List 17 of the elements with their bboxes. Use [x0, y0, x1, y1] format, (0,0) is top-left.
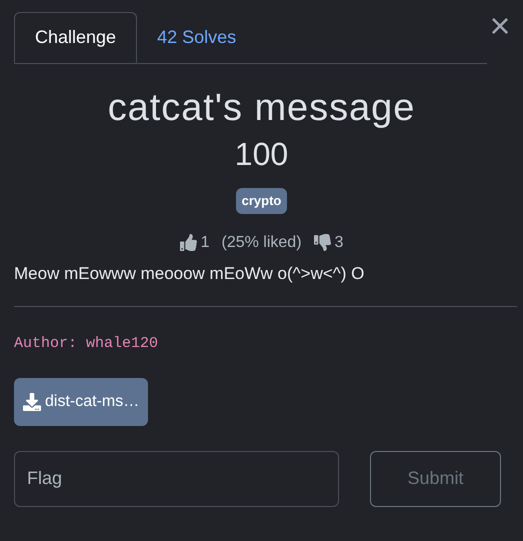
- thumbs-down-icon[interactable]: [314, 234, 331, 251]
- submit-button[interactable]: Submit: [370, 450, 501, 506]
- author-text: Author: whale120: [14, 334, 160, 354]
- like-count: 1: [200, 232, 210, 252]
- challenge-description: Meow mEowww meooow mEoWw o(^>w<^) O: [14, 262, 366, 284]
- flag-input[interactable]: Flag: [14, 450, 339, 506]
- download-icon: [23, 392, 41, 410]
- dislike-count: 3: [334, 232, 344, 252]
- file-download-button[interactable]: dist-cat-ms…: [14, 378, 148, 426]
- thumbs-up-icon[interactable]: [180, 234, 197, 251]
- challenge-title: catcat's message: [108, 86, 416, 131]
- challenge-points: 100: [234, 135, 288, 174]
- tag: crypto: [236, 188, 288, 214]
- tab[interactable]: Challenge: [14, 12, 138, 63]
- like-ratio: (25% liked): [221, 232, 302, 252]
- tab[interactable]: 42 Solves: [137, 12, 256, 63]
- close-button[interactable]: ×: [485, 8, 515, 44]
